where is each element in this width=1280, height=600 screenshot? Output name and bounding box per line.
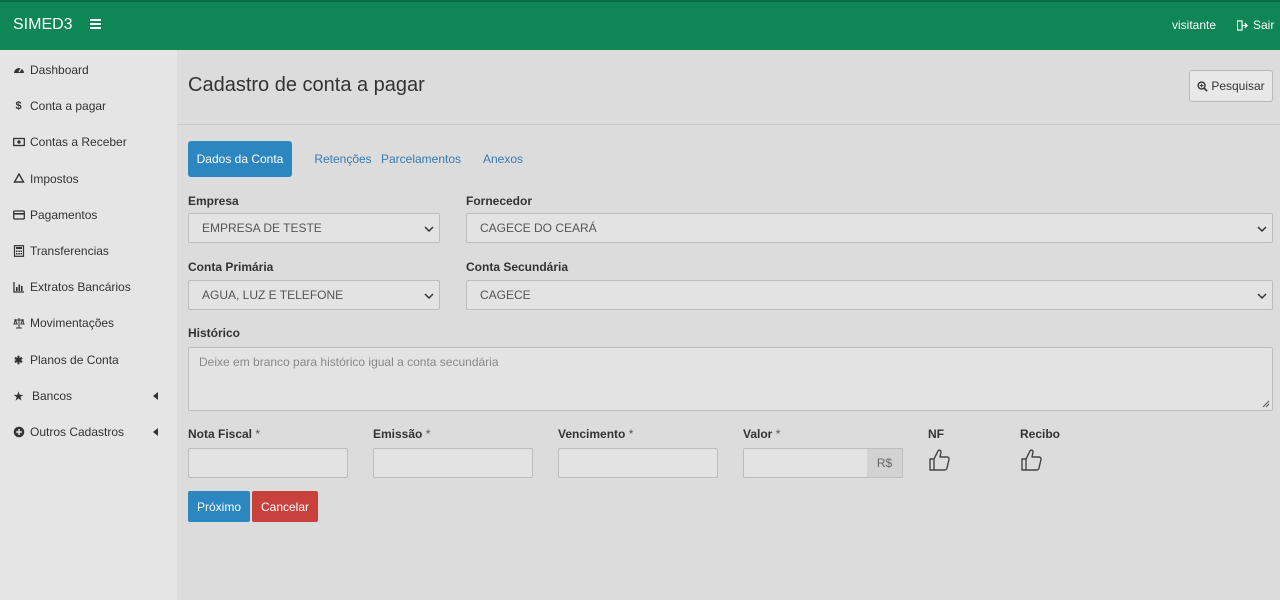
empresa-select[interactable]: EMPRESA DE TESTE (188, 213, 440, 243)
tab-dados-da-conta[interactable]: Dados da Conta (188, 141, 292, 177)
currency-addon: R$ (867, 448, 903, 478)
empresa-value: EMPRESA DE TESTE (202, 221, 322, 235)
valor-input[interactable] (743, 448, 868, 478)
dollar-icon: $ (15, 100, 22, 112)
vencimento-label: Vencimento * (558, 427, 634, 441)
sidebar-item-pagamentos[interactable]: Pagamentos (0, 200, 177, 230)
tab-anexos[interactable]: Anexos (476, 141, 530, 177)
vencimento-input[interactable] (558, 448, 718, 478)
user-name[interactable]: visitante (1172, 18, 1216, 32)
calculator-icon (12, 245, 25, 258)
money-icon (12, 136, 25, 149)
star-icon: ★ (13, 390, 24, 403)
sidebar-item-transferencias[interactable]: Transferencias (0, 236, 177, 266)
sidebar-item-label: Planos de Conta (30, 353, 119, 367)
conta-secundaria-value: CAGECE (480, 288, 531, 302)
chevron-down-icon (1257, 226, 1267, 233)
thumbs-up-icon[interactable] (928, 448, 950, 472)
resize-handle-icon[interactable] (1262, 400, 1270, 408)
search-plus-icon (1197, 80, 1208, 92)
fornecedor-select[interactable]: CAGECE DO CEARÁ (466, 213, 1273, 243)
thumbs-up-icon[interactable] (1020, 448, 1042, 472)
sidebar-item-contas-a-receber[interactable]: Contas a Receber (0, 127, 177, 157)
sidebar-item-conta-a-pagar[interactable]: $ Conta a pagar (0, 91, 177, 121)
sidebar-item-outros-cadastros[interactable]: Outros Cadastros (0, 417, 177, 447)
top-navbar: SIMED3 visitante Sair (0, 0, 1280, 50)
sidebar-item-label: Impostos (30, 172, 79, 186)
search-button[interactable]: Pesquisar (1189, 70, 1273, 102)
tab-parcelamentos[interactable]: Parcelamentos (380, 141, 462, 177)
sidebar-item-label: Extratos Bancários (30, 280, 131, 294)
sidebar-item-label: Conta a pagar (30, 99, 107, 113)
sidebar-item-extratos-bancarios[interactable]: Extratos Bancários (0, 272, 177, 302)
page-title: Cadastro de conta a pagar (188, 74, 425, 96)
next-button[interactable]: Próximo (188, 491, 250, 522)
tab-retencoes[interactable]: Retenções (300, 141, 386, 177)
sidebar-item-bancos[interactable]: ★ Bancos (0, 381, 177, 411)
recycle-icon (12, 173, 25, 186)
nf-label: NF (928, 427, 944, 441)
empresa-label: Empresa (188, 194, 239, 208)
sidebar-item-planos-de-conta[interactable]: ✱ Planos de Conta (0, 345, 177, 375)
sidebar-item-label: Transferencias (30, 244, 109, 258)
sidebar-item-label: Bancos (32, 389, 73, 403)
sidebar-item-label: Movimentações (30, 316, 115, 330)
caret-left-icon (153, 392, 158, 400)
sidebar-item-label: Pagamentos (30, 208, 98, 222)
brand-logo[interactable]: SIMED3 (13, 16, 73, 34)
conta-primaria-value: AGUA, LUZ E TELEFONE (202, 288, 344, 302)
asterisk-icon: ✱ (13, 354, 24, 367)
sign-out-icon (1237, 19, 1248, 31)
sidebar-item-label: Dashboard (30, 63, 89, 77)
bar-chart-icon (12, 281, 25, 294)
chevron-down-icon (424, 226, 434, 233)
conta-primaria-select[interactable]: AGUA, LUZ E TELEFONE (188, 280, 440, 310)
logout-button[interactable]: Sair (1237, 18, 1274, 32)
emissao-label: Emissão * (373, 427, 431, 441)
valor-label: Valor * (743, 427, 781, 441)
sidebar-item-impostos[interactable]: Impostos (0, 164, 177, 194)
header-divider (177, 124, 1280, 125)
caret-left-icon (153, 428, 158, 436)
conta-primaria-label: Conta Primária (188, 260, 274, 274)
chevron-down-icon (1257, 293, 1267, 300)
cancel-button[interactable]: Cancelar (252, 491, 318, 522)
search-button-label: Pesquisar (1211, 79, 1265, 93)
balance-scale-icon (12, 317, 25, 330)
chevron-down-icon (424, 293, 434, 300)
conta-secundaria-label: Conta Secundária (466, 260, 569, 274)
historico-label: Histórico (188, 326, 241, 340)
nota-fiscal-input[interactable] (188, 448, 348, 478)
sidebar-item-movimentacoes[interactable]: Movimentações (0, 308, 177, 338)
recibo-label: Recibo (1020, 427, 1061, 441)
sidebar-item-dashboard[interactable]: Dashboard (0, 55, 177, 85)
sidebar-item-label: Contas a Receber (30, 135, 127, 149)
menu-toggle-icon[interactable] (90, 19, 101, 29)
emissao-input[interactable] (373, 448, 533, 478)
dashboard-icon (12, 64, 25, 77)
sidebar: Dashboard $ Conta a pagar Contas a Receb… (0, 50, 177, 600)
fornecedor-value: CAGECE DO CEARÁ (480, 221, 597, 235)
conta-secundaria-select[interactable]: CAGECE (466, 280, 1273, 310)
historico-placeholder: Deixe em branco para histórico igual a c… (199, 355, 499, 369)
historico-textarea[interactable]: Deixe em branco para histórico igual a c… (188, 347, 1273, 411)
nota-fiscal-label: Nota Fiscal * (188, 427, 261, 441)
plus-circle-icon (12, 426, 25, 439)
credit-card-icon (12, 209, 25, 222)
sidebar-item-label: Outros Cadastros (30, 425, 125, 439)
main-content: Cadastro de conta a pagar Pesquisar Dado… (177, 50, 1280, 600)
logout-label: Sair (1253, 18, 1275, 32)
fornecedor-label: Fornecedor (466, 194, 533, 208)
